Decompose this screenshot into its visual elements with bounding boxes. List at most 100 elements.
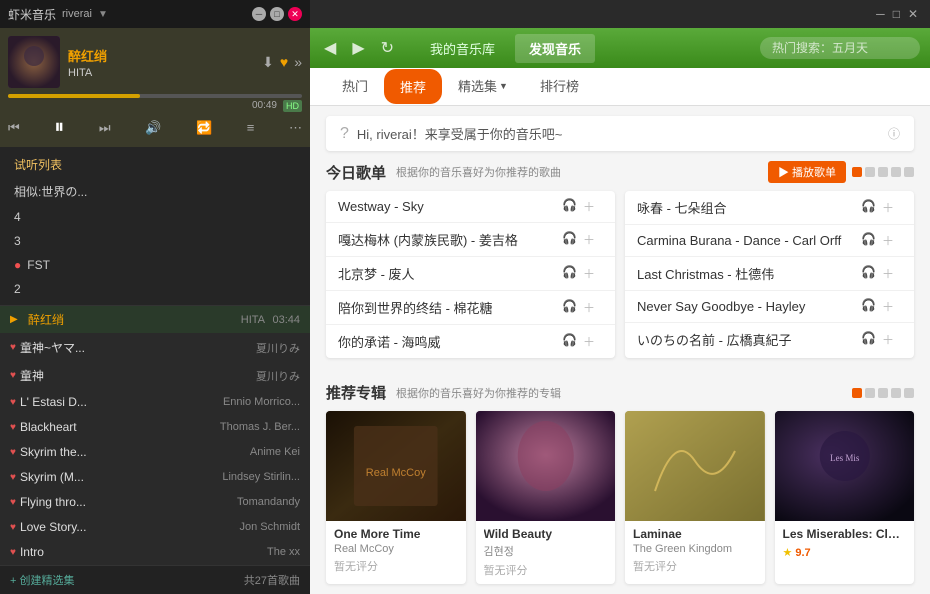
headphone-icon[interactable]: 🎧 <box>861 331 876 348</box>
headphone-icon[interactable]: 🎧 <box>562 299 577 316</box>
play-all-button[interactable]: ▶ 播放歌单 <box>768 161 846 183</box>
view-dot-5[interactable] <box>904 167 914 177</box>
song-row[interactable]: 陪你到世界的终结 - 棉花糖 🎧 ＋ <box>326 291 615 325</box>
pi-heart-icon: ♥ <box>10 522 16 533</box>
song-row[interactable]: Westway - Sky 🎧 ＋ <box>326 191 615 223</box>
maximize-button[interactable]: □ <box>270 7 284 21</box>
view-dot-1[interactable] <box>852 167 862 177</box>
sidebar-item-3[interactable]: 3 <box>0 229 310 253</box>
forward-button[interactable]: ▶ <box>348 34 368 62</box>
song-row[interactable]: いのちの名前 - 広橋真紀子 🎧 ＋ <box>625 323 914 356</box>
search-input[interactable] <box>760 37 920 59</box>
add-icon[interactable]: ＋ <box>583 333 595 350</box>
sidebar-item-fst[interactable]: ● FST <box>0 253 310 277</box>
albums-dot-5[interactable] <box>904 388 914 398</box>
list-item[interactable]: ♥ Skyrim (M... Lindsey Stirlin... <box>0 465 310 490</box>
song-row[interactable]: 你的承诺 - 海鸣威 🎧 ＋ <box>326 325 615 358</box>
albums-dot-2[interactable] <box>865 388 875 398</box>
albums-view-dots <box>852 388 914 398</box>
tab-my-music[interactable]: 我的音乐库 <box>416 34 509 63</box>
add-icon[interactable]: ＋ <box>583 265 595 282</box>
view-dot-3[interactable] <box>878 167 888 177</box>
sidebar-item-similar[interactable]: 相似:世界の... <box>0 178 310 205</box>
main-minimize-button[interactable]: ─ <box>872 7 889 21</box>
more-button[interactable]: » <box>294 54 302 71</box>
add-icon[interactable]: ＋ <box>583 231 595 248</box>
tab-hot[interactable]: 热门 <box>326 68 384 105</box>
list-item[interactable]: ♥ Blackheart Thomas J. Ber... <box>0 415 310 440</box>
view-dot-2[interactable] <box>865 167 875 177</box>
add-icon[interactable]: ＋ <box>882 199 894 216</box>
play-pause-button[interactable]: ⏸ <box>54 116 64 139</box>
pi-heart-icon: ♥ <box>10 447 16 458</box>
repeat-button[interactable]: 🔁 <box>196 120 212 136</box>
albums-dot-3[interactable] <box>878 388 888 398</box>
headphone-icon[interactable]: 🎧 <box>562 231 577 248</box>
fst-icon: ● <box>14 258 21 272</box>
headphone-icon[interactable]: 🎧 <box>562 198 577 215</box>
download-button[interactable]: ⬇ <box>262 54 274 71</box>
tab-selected[interactable]: 精选集 ▼ <box>442 68 524 105</box>
progress-area[interactable]: 00:49 HD <box>8 94 302 112</box>
more-controls-button[interactable]: ⋯ <box>289 120 302 136</box>
song-row[interactable]: Never Say Goodbye - Hayley 🎧 ＋ <box>625 291 914 323</box>
tab-charts[interactable]: 排行榜 <box>524 68 595 105</box>
album-card[interactable]: Laminae The Green Kingdom 暂无评分 <box>625 411 765 584</box>
player-actions: ⬇ ♥ » <box>262 54 302 71</box>
album-card[interactable]: Les Mis Les Miserables: Claude-Michel ★ … <box>775 411 915 584</box>
create-playlist-link[interactable]: + 创建精选集 <box>10 572 74 588</box>
volume-button[interactable]: 🔊 <box>145 120 161 136</box>
playlist-item-active[interactable]: ▶ 醉红绡 HITA 03:44 <box>0 306 310 334</box>
favorite-button[interactable]: ♥ <box>280 54 288 71</box>
list-item[interactable]: ♥ 童神 夏川りみ <box>0 362 310 390</box>
song-row[interactable]: 嘎达梅林 (内蒙族民歌) - 姜吉格 🎧 ＋ <box>326 223 615 257</box>
song-row[interactable]: 咏春 - 七朵组合 🎧 ＋ <box>625 191 914 225</box>
song-row[interactable]: 北京梦 - 废人 🎧 ＋ <box>326 257 615 291</box>
pi-heart-icon: ♥ <box>10 497 16 508</box>
list-item[interactable]: ♥ 童神~ヤマ... 夏川りみ <box>0 334 310 362</box>
prev-button[interactable]: ⏮ <box>8 120 20 136</box>
headphone-icon[interactable]: 🎧 <box>861 265 876 282</box>
view-dot-4[interactable] <box>891 167 901 177</box>
album-card[interactable]: Wild Beauty 김현정 暂无评分 <box>476 411 616 584</box>
add-icon[interactable]: ＋ <box>583 198 595 215</box>
albums-dot-4[interactable] <box>891 388 901 398</box>
refresh-button[interactable]: ↻ <box>377 34 398 62</box>
list-item[interactable]: ♥ Skyrim the... Anime Kei <box>0 440 310 465</box>
version-dropdown-icon[interactable]: ▼ <box>98 9 108 20</box>
list-item[interactable]: ♥ L' Estasi D... Ennio Morrico... <box>0 390 310 415</box>
minimize-button[interactable]: ─ <box>252 7 266 21</box>
main-close-button[interactable]: ✕ <box>904 7 922 21</box>
greeting-info-icon[interactable]: ⓘ <box>888 125 900 142</box>
add-icon[interactable]: ＋ <box>882 265 894 282</box>
headphone-icon[interactable]: 🎧 <box>861 232 876 249</box>
song-row[interactable]: Carmina Burana - Dance - Carl Orff 🎧 ＋ <box>625 225 914 257</box>
tab-discover[interactable]: 发现音乐 <box>515 34 595 63</box>
tab-recommend[interactable]: 推荐 <box>384 69 442 104</box>
add-icon[interactable]: ＋ <box>882 232 894 249</box>
next-button[interactable]: ⏭ <box>99 120 111 136</box>
add-icon[interactable]: ＋ <box>583 299 595 316</box>
album-cover-svg-1: Real McCoy <box>326 411 466 521</box>
close-button[interactable]: ✕ <box>288 7 302 21</box>
add-icon[interactable]: ＋ <box>882 298 894 315</box>
headphone-icon[interactable]: 🎧 <box>562 333 577 350</box>
list-item[interactable]: ♥ Intro The xx <box>0 540 310 565</box>
nav-tabs: 我的音乐库 发现音乐 <box>416 34 595 63</box>
sidebar-item-4[interactable]: 4 <box>0 205 310 229</box>
album-card[interactable]: Real McCoy One More Time Real McCoy 暂无评分 <box>326 411 466 584</box>
headphone-icon[interactable]: 🎧 <box>562 265 577 282</box>
sidebar-item-2[interactable]: 2 <box>0 277 310 301</box>
list-item[interactable]: ♥ Flying thro... Tomandandy <box>0 490 310 515</box>
progress-bar[interactable] <box>8 94 302 98</box>
song-row[interactable]: Last Christmas - 杜德伟 🎧 ＋ <box>625 257 914 291</box>
main-maximize-button[interactable]: □ <box>889 7 904 21</box>
list-item[interactable]: ♥ Love Story... Jon Schmidt <box>0 515 310 540</box>
headphone-icon[interactable]: 🎧 <box>861 298 876 315</box>
sidebar-item-shiting[interactable]: 试听列表 <box>0 151 310 178</box>
headphone-icon[interactable]: 🎧 <box>861 199 876 216</box>
back-button[interactable]: ◀ <box>320 34 340 62</box>
albums-dot-1[interactable] <box>852 388 862 398</box>
add-icon[interactable]: ＋ <box>882 331 894 348</box>
list-button[interactable]: ≡ <box>247 120 255 135</box>
